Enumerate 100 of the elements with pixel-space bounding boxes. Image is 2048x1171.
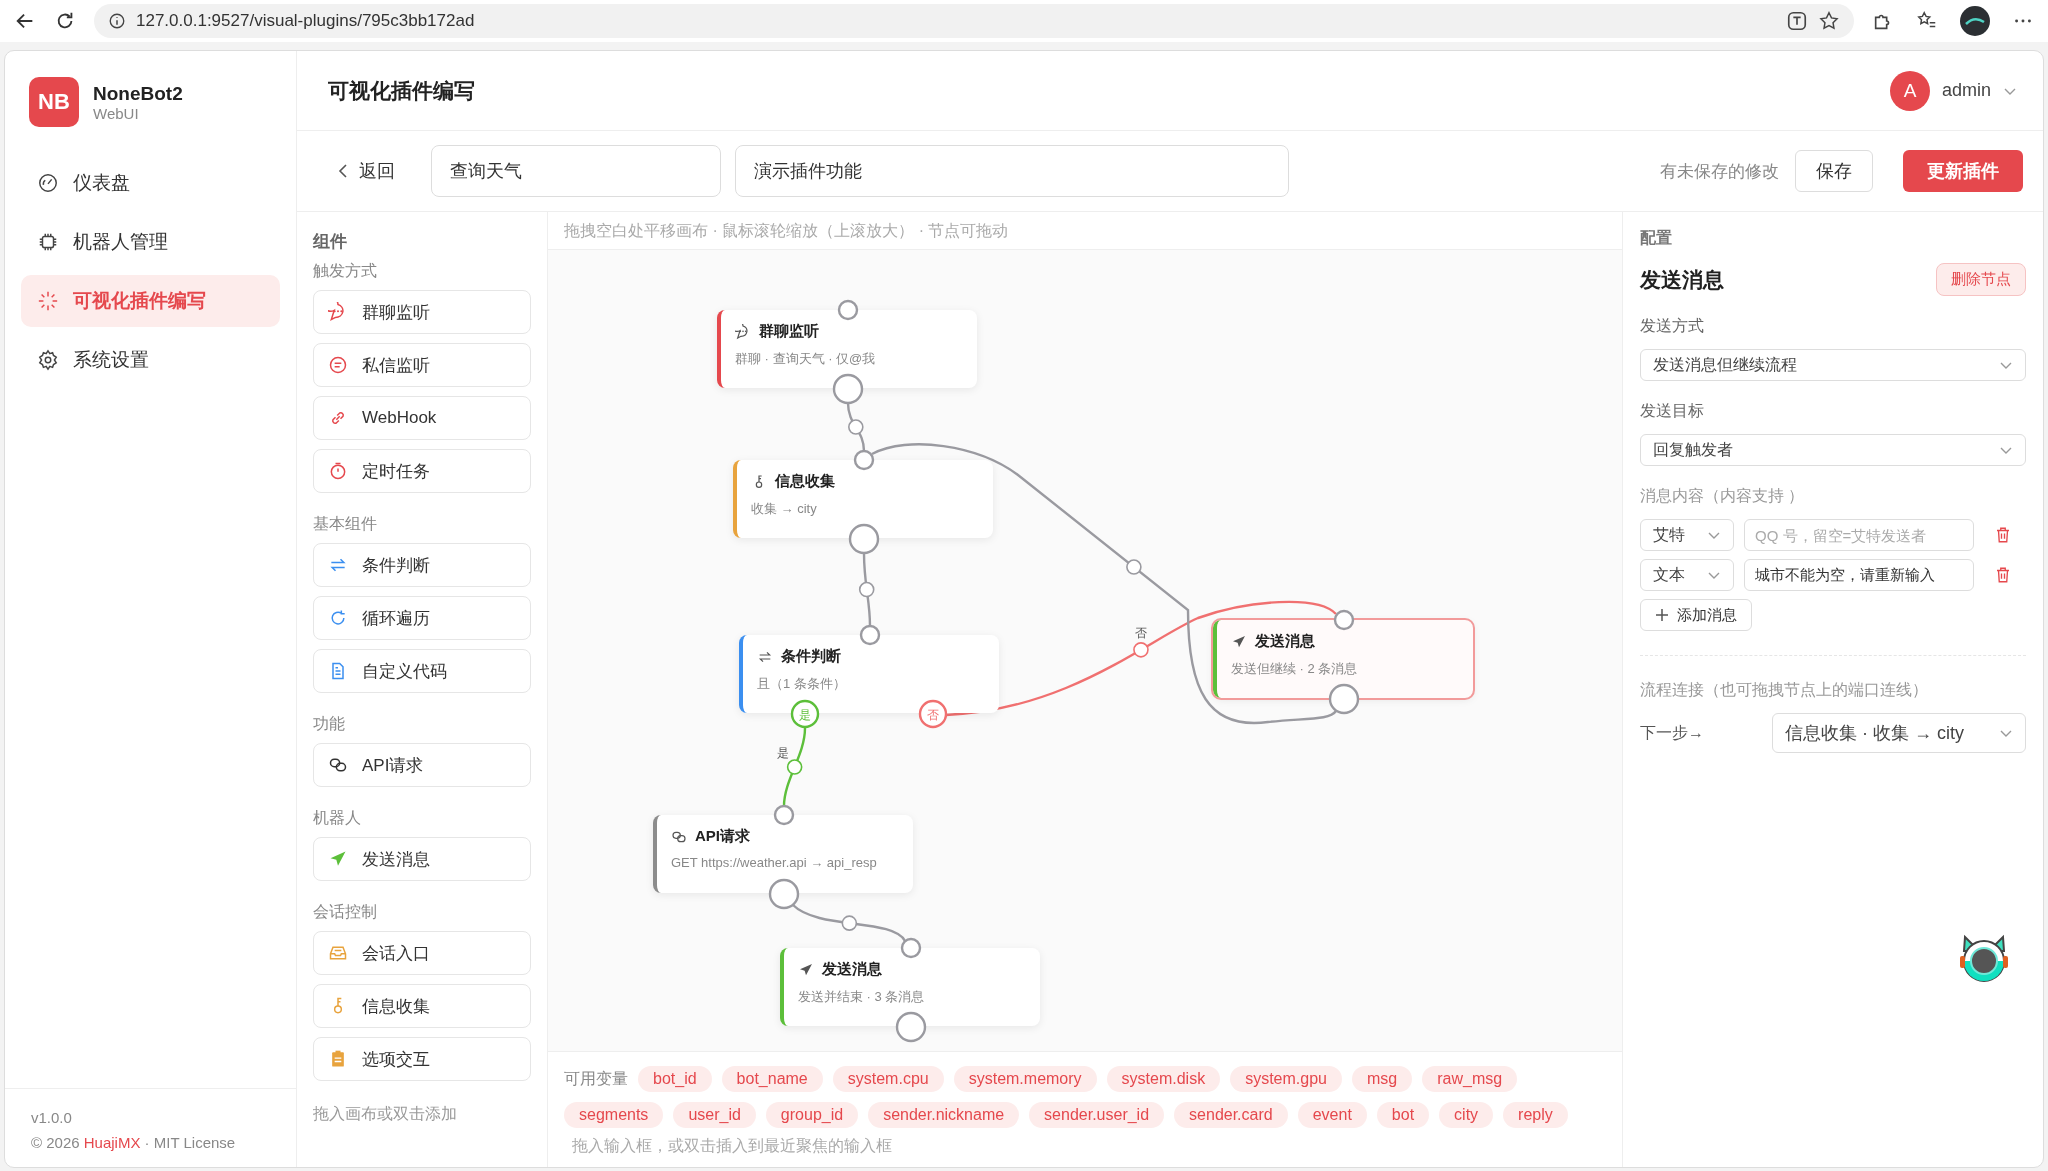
variable-chip[interactable]: sender.nickname <box>868 1102 1020 1128</box>
input-port[interactable] <box>900 937 922 959</box>
node-title: 信息收集 <box>775 472 835 491</box>
edge-midpoint-handle[interactable] <box>1126 559 1142 575</box>
flow-node[interactable]: 发送消息 发送并结束 · 3 条消息 <box>780 948 1040 1026</box>
variable-chip[interactable]: system.cpu <box>832 1066 944 1092</box>
edge-label: 否 <box>1134 625 1147 640</box>
star-icon[interactable] <box>1818 10 1840 32</box>
profile-avatar-icon[interactable] <box>1960 6 1990 36</box>
trash-icon[interactable] <box>1994 566 2012 584</box>
input-port[interactable] <box>837 299 859 321</box>
save-button[interactable]: 保存 <box>1795 150 1873 192</box>
field-label: 发送方式 <box>1640 316 1705 336</box>
chip-icon <box>37 231 59 253</box>
app-subtitle: WebUI <box>93 104 140 122</box>
next-step-label: 下一步→ <box>1640 722 1704 743</box>
message-content-field[interactable]: 城市不能为空，请重新输入 <box>1744 559 1974 591</box>
component-item[interactable]: API请求 <box>313 743 531 787</box>
group-label: 基本组件 <box>313 514 378 534</box>
version-text: v1.0.0 <box>31 1109 73 1126</box>
next-step-select[interactable]: 信息收集 · 收集 → city <box>1772 713 2026 753</box>
send-mode-select[interactable]: 发送消息但继续流程 <box>1640 349 2026 381</box>
component-item[interactable]: 私信监听 <box>313 343 531 387</box>
connection-line[interactable] <box>792 904 906 942</box>
variable-chip[interactable]: city <box>1439 1102 1494 1128</box>
node-title: 发送消息 <box>1255 632 1315 651</box>
connection-line[interactable] <box>846 402 866 452</box>
node-title: 条件判断 <box>781 647 841 666</box>
component-item[interactable]: 信息收集 <box>313 984 531 1028</box>
field-label: 消息内容（内容支持 ） <box>1640 486 1806 506</box>
edge-midpoint-handle[interactable] <box>858 581 875 598</box>
flow-node[interactable]: 群聊监听 群聊 · 查询天气 · 仅@我 <box>717 310 977 388</box>
translate-icon[interactable] <box>1786 10 1808 32</box>
component-item[interactable]: 定时任务 <box>313 449 531 493</box>
group-label: 机器人 <box>313 808 362 828</box>
settings-icon <box>37 349 59 371</box>
message-type-select[interactable]: 文本 <box>1640 559 1734 591</box>
component-item[interactable]: 会话入口 <box>313 931 531 975</box>
flow-canvas[interactable]: 是 否 群聊监听 群聊 · 查询天气 · 仅@我 信息收集 收集 → city 条件判断 且（1 条条件） 是 否 发送消息 发送但继续 · 2 条消息 API请求 GET https://weather.api → api_resp 发送消息 发送并结束 · 3 条消息 <box>548 250 1622 1051</box>
message-type-select[interactable]: 艾特 <box>1640 519 1734 551</box>
component-item[interactable]: WebHook <box>313 396 531 440</box>
address-bar[interactable]: 127.0.0.1:9527/visual-plugins/795c3bb172ad <box>94 4 1854 38</box>
edge-midpoint-handle[interactable] <box>786 759 803 775</box>
input-port[interactable] <box>773 804 795 826</box>
component-item[interactable]: 自定义代码 <box>313 649 531 693</box>
copyright-text: © 2026 HuajiMX · MIT License <box>31 1134 237 1151</box>
component-item[interactable]: 群聊监听 <box>313 290 531 334</box>
flow-node[interactable]: 发送消息 发送但继续 · 2 条消息 <box>1213 620 1473 698</box>
variable-chip[interactable]: sender.card <box>1174 1102 1288 1128</box>
edge-label: 是 <box>776 746 789 761</box>
variables-label: 可用变量 <box>564 1068 628 1089</box>
flow-node[interactable]: API请求 GET https://weather.api → api_resp <box>653 815 913 893</box>
variable-chip[interactable]: reply <box>1503 1102 1568 1128</box>
send-target-select[interactable]: 回复触发者 <box>1640 434 2026 466</box>
flow-node[interactable]: 信息收集 收集 → city <box>733 460 993 538</box>
linked-shapes-icon <box>328 755 348 775</box>
refresh-icon <box>328 608 348 628</box>
component-item[interactable]: 发送消息 <box>313 837 531 881</box>
connection-line[interactable] <box>862 552 872 627</box>
output-port[interactable] <box>1328 683 1360 715</box>
output-port[interactable] <box>848 523 880 555</box>
component-item[interactable]: 条件判断 <box>313 543 531 587</box>
add-message-button[interactable]: 添加消息 <box>1640 599 1752 631</box>
edge-midpoint-handle[interactable] <box>848 419 864 435</box>
user-name[interactable]: admin <box>1941 80 1991 101</box>
user-avatar[interactable]: A <box>1889 70 1930 111</box>
nav-item[interactable]: 系统设置 <box>21 334 280 386</box>
input-port[interactable] <box>859 624 881 646</box>
input-port[interactable] <box>853 449 875 471</box>
edge-midpoint-handle[interactable] <box>1133 642 1149 658</box>
trash-icon[interactable] <box>1994 526 2012 544</box>
plugin-name-field[interactable]: 查询天气 <box>431 145 721 197</box>
app-name: NoneBot2 <box>93 82 183 105</box>
output-port[interactable] <box>895 1011 927 1043</box>
output-port[interactable] <box>832 373 864 405</box>
output-port[interactable] <box>768 878 800 910</box>
node-title: API请求 <box>695 827 750 846</box>
delete-node-button[interactable]: 删除节点 <box>1936 263 2026 296</box>
chevron-left-icon <box>337 164 349 178</box>
field-label: 流程连接（也可拖拽节点上的端口连线） <box>1640 680 1929 700</box>
nav-item[interactable]: 机器人管理 <box>21 216 280 268</box>
gauge-icon <box>37 172 59 194</box>
group-label: 触发方式 <box>313 261 378 281</box>
nav-item[interactable]: 仪表盘 <box>21 157 280 209</box>
info-icon[interactable] <box>108 12 126 30</box>
panel-title: 组件 <box>313 231 348 253</box>
variable-chip[interactable]: bot_id <box>638 1066 712 1092</box>
update-plugin-button[interactable]: 更新插件 <box>1903 150 2023 192</box>
stopwatch-icon <box>328 461 348 481</box>
node-title: 群聊监听 <box>759 322 819 341</box>
node-config-title: 发送消息 <box>1640 266 1724 293</box>
message-content-field[interactable]: QQ 号，留空=艾特发送者 <box>1744 519 1974 551</box>
author-link[interactable]: HuajiMX <box>83 1134 141 1151</box>
input-port[interactable] <box>1333 609 1355 631</box>
back-button[interactable]: 返回 <box>337 159 417 183</box>
component-item[interactable]: 选项交互 <box>313 1037 531 1081</box>
plugin-description-field[interactable]: 演示插件功能 <box>735 145 1289 197</box>
node-subtitle: 发送并结束 · 3 条消息 <box>798 988 926 1006</box>
component-item[interactable]: 循环遍历 <box>313 596 531 640</box>
edge-midpoint-handle[interactable] <box>841 915 858 931</box>
